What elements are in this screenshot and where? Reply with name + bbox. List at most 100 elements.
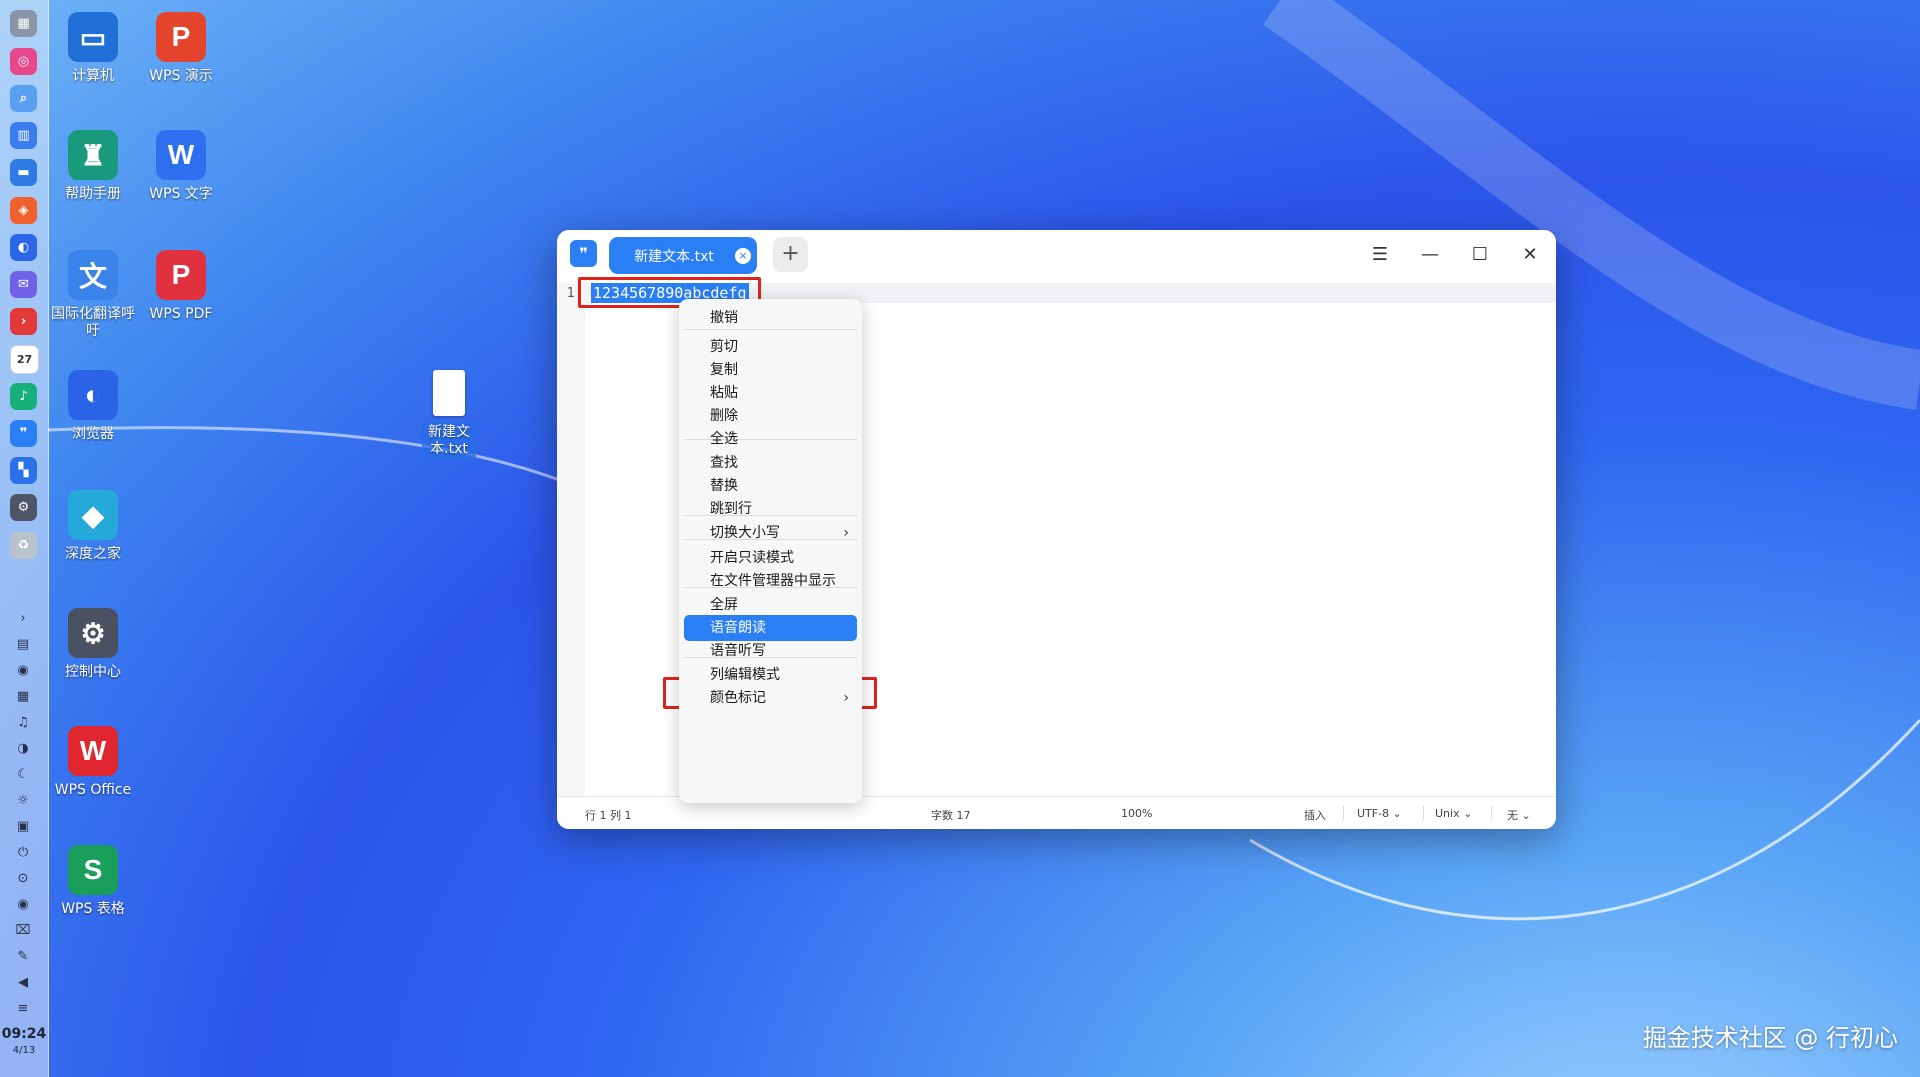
desktop-icon-computer[interactable]: ▭ 计算机 (48, 12, 138, 85)
tab-new-text-file[interactable]: 新建文本.txt × (609, 237, 757, 274)
status-divider (1343, 806, 1344, 820)
desktop-icon-wps-spreadsheet[interactable]: S WPS 表格 (48, 845, 138, 918)
clipboard-icon[interactable]: ▤ (14, 635, 32, 653)
control-center-icon: ⚙ (68, 608, 118, 658)
wps-presentation-icon: P (156, 12, 206, 62)
keyboard-icon[interactable]: ▦ (14, 687, 32, 705)
menu-item-label: 全选 (710, 431, 738, 447)
desktop-icon-browser[interactable]: ◐ 浏览器 (48, 370, 138, 443)
menu-item-show-in-file-manager[interactable]: 在文件管理器中显示 (684, 568, 857, 594)
settings-icon[interactable]: ⚙ (10, 494, 37, 521)
menu-item-label: 开启只读模式 (710, 550, 794, 566)
desktop-icon-label: WPS 表格 (61, 901, 125, 917)
search-icon[interactable]: ⌕ (10, 85, 37, 112)
dock-clock-time[interactable]: 09:24 (0, 1026, 48, 1042)
music-icon[interactable]: ♪ (10, 383, 37, 410)
left-dock: ▦ ◎ ⌕ ▥ ▬ ◈ ◐ ✉ › 27 ♪ ❞ ▚ ⚙ ♻ › ▤ ◉ ▦ ♫ ◑ ☾ ☼ ▣ ⏻ ⊙ ◉ ⌧ ✎ ◀ ≡ 09:24 … (0, 0, 49, 1077)
desktop-icon-wps-office[interactable]: W WPS Office (48, 726, 138, 799)
menu-item-label: 查找 (710, 455, 738, 471)
file-manager-icon[interactable]: ▬ (10, 159, 37, 186)
brightness-icon[interactable]: ☼ (14, 791, 32, 809)
text-editor-icon[interactable]: ❞ (570, 240, 597, 267)
desktop-icon-label: WPS PDF (149, 306, 213, 322)
screenshot-icon[interactable]: ⌧ (14, 921, 32, 939)
desktop-icon-deepin-home[interactable]: ◆ 深度之家 (48, 490, 138, 563)
menu-item-label: 删除 (710, 408, 738, 424)
minimize-icon[interactable]: — (1415, 240, 1445, 270)
night-mode-icon[interactable]: ☾ (14, 765, 32, 783)
menu-item-label: 语音朗读 (710, 620, 766, 636)
translation-appeal-icon: 文 (68, 250, 118, 300)
text-editor-icon[interactable]: ❞ (10, 420, 37, 447)
app-store-icon[interactable]: ◎ (10, 48, 37, 75)
expand-tray-icon[interactable]: › (14, 609, 32, 627)
menu-item-label: 语音听写 (710, 643, 766, 659)
wps-office-icon: W (68, 726, 118, 776)
menu-item-toggle-case[interactable]: 切换大小写 › (684, 520, 857, 546)
insert-mode[interactable]: 插入 (1304, 807, 1326, 823)
watermark: 掘金技术社区 @ 行初心 (1642, 1024, 1898, 1052)
status-divider (1423, 806, 1424, 820)
menu-item-color-mark[interactable]: 颜色标记 › (684, 685, 857, 711)
tab-close-icon[interactable]: × (735, 248, 751, 264)
menu-item-label: 剪切 (710, 339, 738, 355)
store-icon[interactable]: ◈ (10, 197, 37, 224)
desktop-icon-new-text-file[interactable]: 新建文本.txt (404, 370, 494, 460)
desktop-icon-label: 帮助手册 (65, 186, 121, 202)
desktop-icon-translation-appeal[interactable]: 文国际化翻译呼吁 (48, 250, 138, 340)
theme-icon[interactable]: ◑ (14, 739, 32, 757)
line-number-gutter (557, 283, 585, 796)
chevron-right-icon: › (843, 525, 849, 541)
desktop-icon-wps-pdf[interactable]: P WPS PDF (136, 250, 226, 323)
record-icon[interactable]: ◉ (14, 895, 32, 913)
trash-icon[interactable]: ♻ (10, 532, 37, 559)
pen-icon[interactable]: ✎ (14, 947, 32, 965)
menu-icon[interactable]: ☰ (1365, 240, 1395, 270)
menu-item-select-all[interactable]: 全选 (684, 426, 857, 452)
char-count: 字数 17 (931, 809, 971, 822)
status-divider (1491, 806, 1492, 820)
menu-item-undo[interactable]: 撤销 (684, 305, 857, 331)
maximize-icon[interactable]: ☐ (1465, 240, 1495, 270)
calculator-icon[interactable]: ▣ (14, 817, 32, 835)
desktop-icon-help-manual[interactable]: ♜ 帮助手册 (48, 130, 138, 203)
add-tab-button[interactable]: + (773, 237, 808, 272)
power-icon[interactable]: ⏻ (14, 843, 32, 861)
mail-icon[interactable]: ✉ (10, 271, 37, 298)
launcher-icon[interactable]: ▦ (10, 10, 37, 37)
desktop-icon-label: 深度之家 (65, 546, 121, 562)
menu-item-goto-line[interactable]: 跳到行 (684, 496, 857, 522)
desktop-icon-control-center[interactable]: ⚙ 控制中心 (48, 608, 138, 681)
browser-icon[interactable]: ◐ (10, 234, 37, 261)
desktop-icon-label: 浏览器 (72, 426, 114, 442)
volume-icon[interactable]: ◀ (14, 973, 32, 991)
tab-title: 新建文本.txt (634, 248, 714, 265)
wps-pdf-icon: P (156, 250, 206, 300)
download-icon[interactable]: ⊙ (14, 869, 32, 887)
assistant-icon[interactable]: ◉ (14, 661, 32, 679)
close-icon[interactable]: ✕ (1515, 240, 1545, 270)
encoding-select[interactable]: UTF-8 ⌄ (1357, 807, 1402, 820)
line-ending-select[interactable]: Unix ⌄ (1435, 807, 1472, 820)
menu-item-label: 跳到行 (710, 501, 752, 517)
chevron-right-icon: › (843, 690, 849, 706)
zoom-level[interactable]: 100% (1121, 807, 1152, 820)
app-grid-icon[interactable]: ▚ (10, 457, 37, 484)
terminal-icon[interactable]: › (10, 308, 37, 335)
desktop-icon-wps-presentation[interactable]: P WPS 演示 (136, 12, 226, 85)
multitask-icon[interactable]: ▥ (10, 122, 37, 149)
menu-item-speech-to-text[interactable]: 语音听写 (684, 638, 857, 664)
menu-item-label: 撤销 (710, 310, 738, 326)
storage-icon[interactable]: ≡ (14, 999, 32, 1017)
computer-icon: ▭ (68, 12, 118, 62)
calendar-icon[interactable]: 27 (10, 345, 39, 374)
wps-writer-icon: W (156, 130, 206, 180)
browser-icon: ◐ (68, 370, 118, 420)
menu-item-label: 全屏 (710, 597, 738, 613)
desktop-icon-wps-writer[interactable]: W WPS 文字 (136, 130, 226, 203)
menu-item-label: 复制 (710, 362, 738, 378)
syntax-highlight-select[interactable]: 无 ⌄ (1507, 807, 1531, 823)
help-manual-icon: ♜ (68, 130, 118, 180)
notification-icon[interactable]: ♫ (14, 713, 32, 731)
desktop-icon-label: 新建文本.txt (422, 422, 476, 460)
